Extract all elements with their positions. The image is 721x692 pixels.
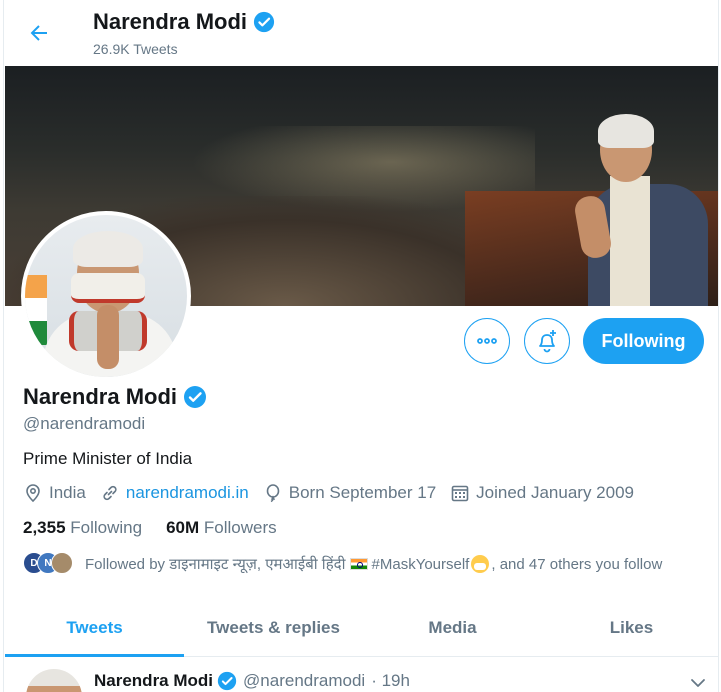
following-count: 2,355 [23, 518, 66, 537]
followers-stat[interactable]: 60M Followers [166, 518, 277, 538]
followed-by-avatars: D N [23, 552, 79, 576]
location-text: India [49, 483, 86, 502]
tweet-menu-button[interactable] [688, 673, 708, 692]
location-pin-icon [26, 484, 40, 503]
verified-badge-icon [253, 11, 275, 33]
verified-badge-icon [217, 671, 237, 691]
tweet-item[interactable]: Narendra Modi @narendramodi · 19h [5, 657, 718, 692]
balloon-icon [266, 484, 280, 503]
chevron-down-icon [691, 679, 705, 687]
banner-person [570, 114, 708, 306]
notifications-button[interactable] [524, 318, 570, 364]
meta-location: India [23, 483, 86, 503]
profile-stats: 2,355 Following 60M Followers [23, 518, 301, 538]
meta-website[interactable]: narendramodi.in [100, 483, 249, 503]
tweet-time: · 19h [371, 671, 410, 690]
followed-by-prefix: Followed by डाइनामाइट न्यूज़, एमआईबी हिं… [85, 556, 346, 573]
profile-avatar[interactable] [21, 211, 191, 381]
mini-avatar [51, 552, 73, 574]
tab-media[interactable]: Media [363, 600, 542, 656]
followers-count: 60M [166, 518, 200, 537]
tweet-avatar[interactable] [26, 669, 82, 692]
tab-tweets[interactable]: Tweets [5, 600, 184, 657]
tweet-count: 26.9K Tweets [93, 41, 178, 57]
calendar-icon [451, 485, 469, 502]
top-header: Narendra Modi 26.9K Tweets [4, 0, 718, 66]
link-icon [103, 485, 117, 501]
header-name: Narendra Modi [93, 9, 248, 34]
followed-by[interactable]: D N Followed by डाइनामाइट न्यूज़, एमआईबी… [23, 552, 662, 576]
following-button[interactable]: Following [583, 318, 704, 364]
india-flag-icon [349, 558, 368, 570]
meta-birthday: Born September 17 [263, 483, 436, 503]
followed-by-suffix: , and 47 others you follow [491, 555, 663, 573]
more-icon [477, 338, 497, 344]
tab-tweets-replies[interactable]: Tweets & replies [184, 600, 363, 656]
following-label: Following [70, 518, 143, 537]
meta-joined: Joined January 2009 [450, 483, 634, 503]
profile-bio: Prime Minister of India [23, 449, 193, 468]
website-link[interactable]: narendramodi.in [126, 483, 249, 503]
profile-name: Narendra Modi [23, 384, 178, 409]
header-title: Narendra Modi [93, 9, 275, 35]
tweet-author-name[interactable]: Narendra Modi [94, 671, 213, 691]
followed-by-middle: #MaskYourself [371, 555, 470, 573]
joined-text: Joined January 2009 [476, 483, 634, 502]
profile-handle: @narendramodi [23, 414, 146, 433]
tweet-header: Narendra Modi @narendramodi · 19h [94, 671, 410, 691]
mask-face-icon [471, 555, 490, 573]
tab-likes[interactable]: Likes [542, 600, 718, 656]
profile-page: Narendra Modi 26.9K Tweets Following Nar… [3, 0, 719, 692]
profile-name-row: Narendra Modi [23, 384, 207, 410]
profile-meta: India narendramodi.in Born September 17 … [23, 483, 648, 503]
tweet-author-handle: @narendramodi [243, 671, 366, 690]
verified-badge-icon [184, 386, 207, 408]
following-stat[interactable]: 2,355 Following [23, 518, 142, 538]
followers-label: Followers [203, 518, 277, 537]
birthday-text: Born September 17 [288, 483, 437, 502]
profile-tabs: Tweets Tweets & replies Media Likes [5, 600, 718, 657]
back-arrow-icon [30, 25, 47, 41]
more-button[interactable] [464, 318, 510, 364]
bell-plus-icon [539, 330, 556, 353]
back-button[interactable] [20, 14, 58, 52]
